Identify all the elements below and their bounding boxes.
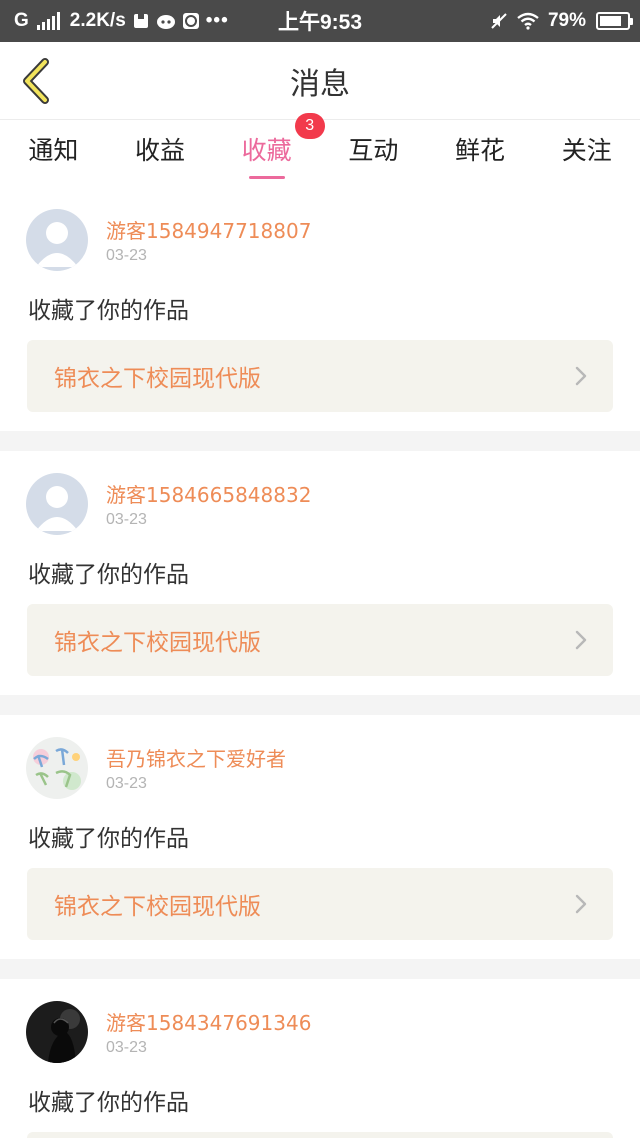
username[interactable]: 游客1584347691346 xyxy=(106,1007,311,1036)
chevron-right-icon xyxy=(575,894,587,914)
back-arrow-icon xyxy=(23,58,49,104)
active-tab-indicator xyxy=(248,176,285,179)
network-speed: 2.2K/s xyxy=(69,10,126,31)
header: 消息 xyxy=(0,42,640,120)
divider xyxy=(0,695,640,715)
back-button[interactable] xyxy=(14,56,58,106)
tab-label: 收益 xyxy=(135,136,186,165)
default-avatar-icon xyxy=(26,473,88,535)
browser-icon xyxy=(182,13,199,29)
default-avatar-icon xyxy=(26,209,88,271)
wifi-icon xyxy=(517,12,539,30)
status-bar: G 2.2K/s ••• 上午9:53 79% xyxy=(0,0,640,42)
work-link[interactable]: 锦衣之下校园现代版 xyxy=(27,604,613,676)
bag-icon xyxy=(133,14,148,28)
tab-label: 互动 xyxy=(348,136,399,165)
action-text: 收藏了你的作品 xyxy=(28,298,189,324)
tab-label: 通知 xyxy=(28,136,79,165)
action-text: 收藏了你的作品 xyxy=(28,1090,189,1116)
list-item: 游客1584947718807 03-23 收藏了你的作品 锦衣之下校园现代版 xyxy=(0,187,640,431)
network-type: G xyxy=(14,10,29,31)
tab-flowers[interactable]: 鲜花 xyxy=(427,121,534,177)
battery-percent: 79% xyxy=(547,10,586,31)
tab-label: 鲜花 xyxy=(455,136,506,165)
date: 03-23 xyxy=(106,1039,147,1056)
date: 03-23 xyxy=(106,775,147,792)
work-title: 锦衣之下校园现代版 xyxy=(54,894,261,920)
signal-icon xyxy=(36,12,60,30)
status-right: 79% xyxy=(490,0,633,42)
battery-icon xyxy=(596,12,633,30)
action-text: 收藏了你的作品 xyxy=(28,826,189,852)
avatar[interactable] xyxy=(26,737,88,799)
cat-icon xyxy=(156,15,175,29)
more-icon: ••• xyxy=(205,10,229,31)
status-left: G 2.2K/s ••• xyxy=(14,0,229,42)
date: 03-23 xyxy=(106,511,147,528)
work-title: 锦衣之下校园现代版 xyxy=(54,366,261,392)
tab-notifications[interactable]: 通知 xyxy=(0,121,107,177)
list-item: 游客1584665848832 03-23 收藏了你的作品 锦衣之下校园现代版 xyxy=(0,451,640,695)
message-list: 游客1584947718807 03-23 收藏了你的作品 锦衣之下校园现代版 … xyxy=(0,187,640,1138)
avatar[interactable] xyxy=(26,1001,88,1063)
list-item: 游客1584347691346 03-23 收藏了你的作品 xyxy=(0,979,640,1138)
tab-interactions[interactable]: 互动 xyxy=(320,121,427,177)
work-link[interactable]: 锦衣之下校园现代版 xyxy=(27,340,613,412)
avatar[interactable] xyxy=(26,209,88,271)
username[interactable]: 吾乃锦衣之下爱好者 xyxy=(106,743,286,772)
tab-label: 收藏 xyxy=(241,136,292,165)
list-item: 吾乃锦衣之下爱好者 03-23 收藏了你的作品 锦衣之下校园现代版 xyxy=(0,715,640,959)
tab-earnings[interactable]: 收益 xyxy=(107,121,214,177)
avatar[interactable] xyxy=(26,473,88,535)
work-link[interactable]: 锦衣之下校园现代版 xyxy=(27,868,613,940)
chevron-right-icon xyxy=(575,630,587,650)
username[interactable]: 游客1584665848832 xyxy=(106,479,311,508)
work-link[interactable] xyxy=(27,1132,613,1138)
divider xyxy=(0,431,640,451)
tab-label: 关注 xyxy=(561,136,612,165)
dark-silhouette-avatar-icon xyxy=(26,1001,88,1063)
work-title: 锦衣之下校园现代版 xyxy=(54,630,261,656)
tab-favorites[interactable]: 收藏 3 xyxy=(213,113,325,179)
tab-follows[interactable]: 关注 xyxy=(533,121,640,177)
doodle-avatar-icon xyxy=(26,737,88,799)
divider xyxy=(0,959,640,979)
page-title: 消息 xyxy=(290,67,350,102)
date: 03-23 xyxy=(106,247,147,264)
username[interactable]: 游客1584947718807 xyxy=(106,215,311,244)
mute-icon xyxy=(491,13,507,29)
tab-bar: 通知 收益 收藏 3 互动 鲜花 关注 xyxy=(0,113,640,187)
action-text: 收藏了你的作品 xyxy=(28,562,189,588)
chevron-right-icon xyxy=(575,366,587,386)
